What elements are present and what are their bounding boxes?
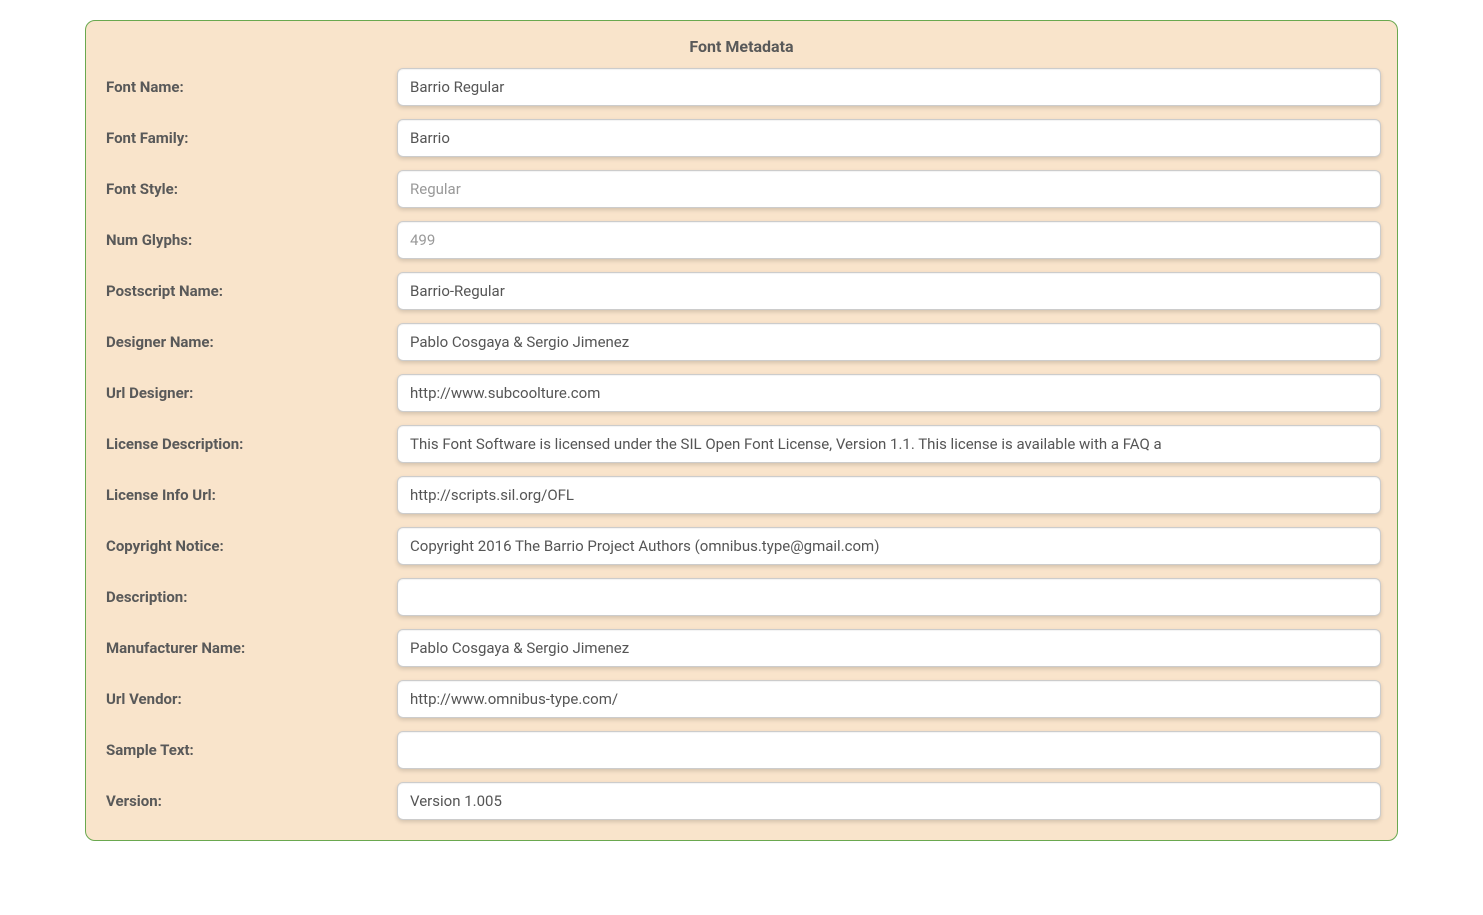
label-postscript-name: Postscript Name: [102, 282, 397, 300]
font-metadata-panel: Font Metadata Font Name: Font Family: Fo… [85, 20, 1398, 841]
row-url-vendor: Url Vendor: [96, 680, 1387, 718]
input-url-designer[interactable] [397, 374, 1381, 412]
input-font-family[interactable] [397, 119, 1381, 157]
input-url-vendor[interactable] [397, 680, 1381, 718]
input-postscript-name[interactable] [397, 272, 1381, 310]
row-manufacturer-name: Manufacturer Name: [96, 629, 1387, 667]
label-font-family: Font Family: [102, 129, 397, 147]
label-copyright-notice: Copyright Notice: [102, 537, 397, 555]
panel-title: Font Metadata [96, 31, 1387, 68]
row-postscript-name: Postscript Name: [96, 272, 1387, 310]
row-url-designer: Url Designer: [96, 374, 1387, 412]
row-license-info-url: License Info Url: [96, 476, 1387, 514]
input-designer-name[interactable] [397, 323, 1381, 361]
row-copyright-notice: Copyright Notice: [96, 527, 1387, 565]
input-license-description[interactable] [397, 425, 1381, 463]
row-font-style: Font Style: [96, 170, 1387, 208]
label-license-info-url: License Info Url: [102, 486, 397, 504]
label-url-vendor: Url Vendor: [102, 690, 397, 708]
row-description: Description: [96, 578, 1387, 616]
row-version: Version: [96, 782, 1387, 820]
input-font-style [397, 170, 1381, 208]
input-manufacturer-name[interactable] [397, 629, 1381, 667]
input-sample-text[interactable] [397, 731, 1381, 769]
input-font-name[interactable] [397, 68, 1381, 106]
label-designer-name: Designer Name: [102, 333, 397, 351]
row-font-name: Font Name: [96, 68, 1387, 106]
row-designer-name: Designer Name: [96, 323, 1387, 361]
input-version[interactable] [397, 782, 1381, 820]
label-url-designer: Url Designer: [102, 384, 397, 402]
row-license-description: License Description: [96, 425, 1387, 463]
label-manufacturer-name: Manufacturer Name: [102, 639, 397, 657]
label-font-style: Font Style: [102, 180, 397, 198]
input-license-info-url[interactable] [397, 476, 1381, 514]
input-copyright-notice[interactable] [397, 527, 1381, 565]
row-num-glyphs: Num Glyphs: [96, 221, 1387, 259]
input-num-glyphs [397, 221, 1381, 259]
label-license-description: License Description: [102, 435, 397, 453]
row-sample-text: Sample Text: [96, 731, 1387, 769]
label-description: Description: [102, 588, 397, 606]
label-sample-text: Sample Text: [102, 741, 397, 759]
label-num-glyphs: Num Glyphs: [102, 231, 397, 249]
row-font-family: Font Family: [96, 119, 1387, 157]
label-version: Version: [102, 792, 397, 810]
label-font-name: Font Name: [102, 78, 397, 96]
input-description[interactable] [397, 578, 1381, 616]
